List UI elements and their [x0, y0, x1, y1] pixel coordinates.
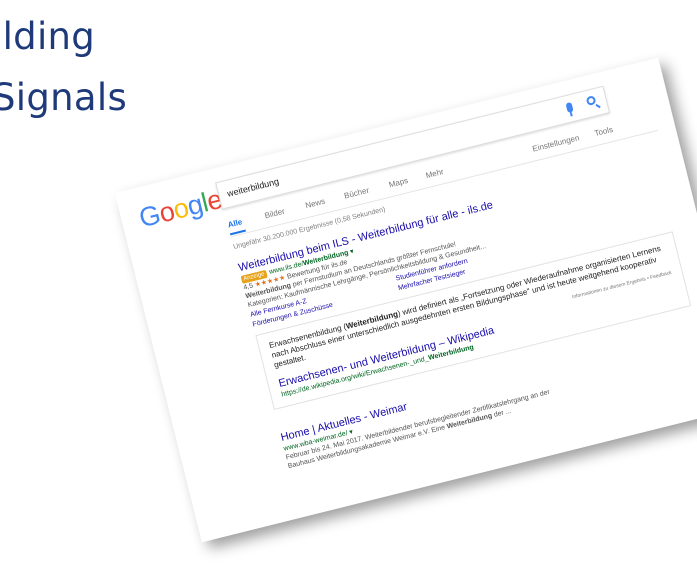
slide-title-line1: ilding [0, 15, 96, 58]
search-icon[interactable] [585, 95, 597, 107]
ad-url-suffix: ▾ [347, 248, 355, 257]
snippet-feedback-link[interactable]: Feedback [650, 270, 673, 281]
slide-title-line2: Signals [0, 76, 128, 119]
tab-buecher[interactable]: Bücher [343, 186, 370, 201]
microphone-icon[interactable] [565, 101, 574, 114]
tab-bilder[interactable]: Bilder [264, 207, 286, 221]
tab-tools[interactable]: Tools [594, 125, 614, 138]
tab-news[interactable]: News [304, 197, 326, 211]
tab-maps[interactable]: Maps [388, 176, 409, 189]
tab-mehr[interactable]: Mehr [425, 167, 445, 180]
google-results-screenshot: Google Alle Bilder News Bücher Maps Mehr… [114, 57, 697, 543]
tab-alle[interactable]: Alle [227, 217, 243, 229]
google-logo[interactable]: Google [136, 184, 225, 234]
